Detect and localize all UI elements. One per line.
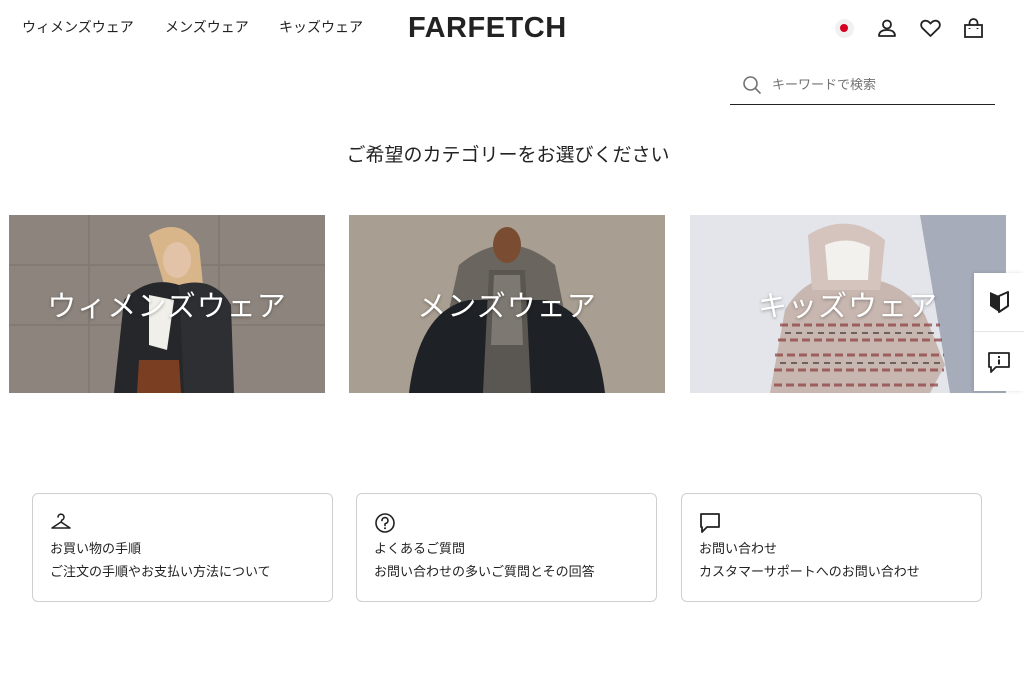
- search-bar: [730, 66, 995, 105]
- side-floating-panel: [974, 273, 1024, 391]
- help-card-title: お問い合わせ: [699, 542, 778, 557]
- question-circle-icon: [374, 512, 396, 534]
- account-icon[interactable]: [875, 16, 899, 40]
- category-card-menswear[interactable]: メンズウェア: [349, 215, 665, 393]
- japan-flag-icon[interactable]: [832, 16, 856, 40]
- search-icon[interactable]: [740, 73, 764, 97]
- nav-menswear[interactable]: メンズウェア: [165, 17, 249, 37]
- category-label-womenswear: ウィメンズウェア: [47, 289, 287, 323]
- chat-bubble-icon: [699, 512, 721, 534]
- nav-kidswear[interactable]: キッズウェア: [279, 17, 363, 37]
- category-label-menswear: メンズウェア: [417, 289, 597, 323]
- help-card-title: よくあるご質問: [374, 542, 466, 557]
- wishlist-heart-icon[interactable]: [918, 16, 942, 40]
- shopping-bag-icon[interactable]: [961, 16, 985, 40]
- hanger-icon: [50, 512, 72, 534]
- help-card-desc: お問い合わせの多いご質問とその回答: [374, 565, 595, 580]
- help-card-shopping-guide[interactable]: お買い物の手順 ご注文の手順やお支払い方法について: [32, 493, 333, 602]
- farfetch-logo[interactable]: FARFETCH: [408, 12, 567, 45]
- search-input[interactable]: [772, 77, 982, 93]
- help-card-desc: カスタマーサポートへのお問い合わせ: [699, 565, 920, 580]
- help-card-desc: ご注文の手順やお支払い方法について: [50, 565, 271, 580]
- category-label-kidswear: キッズウェア: [757, 289, 938, 323]
- site-header: ウィメンズウェア メンズウェア キッズウェア FARFETCH: [0, 0, 1024, 58]
- help-card-title: お買い物の手順: [50, 542, 142, 557]
- feedback-icon[interactable]: [974, 332, 1024, 391]
- help-card-contact[interactable]: お問い合わせ カスタマーサポートへのお問い合わせ: [681, 493, 982, 602]
- help-card-faq[interactable]: よくあるご質問 お問い合わせの多いご質問とその回答: [356, 493, 657, 602]
- category-prompt: ご希望のカテゴリーをお選びください: [346, 144, 670, 166]
- nav-womenswear[interactable]: ウィメンズウェア: [22, 17, 134, 37]
- category-card-kidswear[interactable]: キッズウェア: [690, 215, 1006, 393]
- category-card-womenswear[interactable]: ウィメンズウェア: [9, 215, 325, 393]
- beginner-mark-icon[interactable]: [974, 273, 1024, 332]
